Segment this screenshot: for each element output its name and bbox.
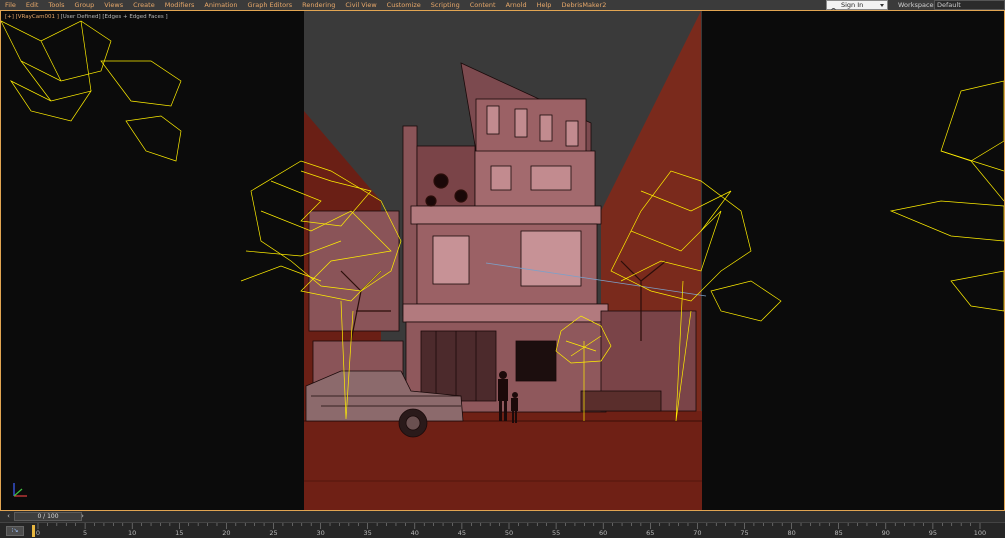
ruler-tick-label: 5 [83,529,88,537]
menu-item-create[interactable]: Create [128,0,160,10]
time-slider[interactable]: 0 / 100 [14,512,82,521]
ruler-tick-label: 85 [834,529,843,537]
ruler-tick-label: 10 [128,529,137,537]
menu-item-customize[interactable]: Customize [382,0,426,10]
ruler-tick-label: 25 [269,529,278,537]
menu-item-edit[interactable]: Edit [21,0,44,10]
ruler-tick-label: 80 [787,529,796,537]
chevron-left-icon[interactable]: ‹ [4,512,13,521]
ruler-tick-label: 0 [35,529,41,537]
ruler-tick-label: 50 [504,529,514,537]
shading-label[interactable]: [User Defined] [Edges + Edged Faces ] [59,14,168,20]
user-icon [830,1,837,16]
sign-in-label: Sign In [841,1,864,9]
menu-item-arnold[interactable]: Arnold [501,0,532,10]
viewport-label[interactable]: [+] [VRayCam001 ] [User Defined] [Edges … [5,14,168,21]
workspaces-label: Workspaces: [898,1,940,9]
menu-item-rendering[interactable]: Rendering [297,0,340,10]
ruler-tick-label: 20 [222,529,231,537]
axis-gizmo-icon [13,483,27,497]
chevron-right-icon[interactable]: › [78,512,87,521]
menu-item-views[interactable]: Views [99,0,128,10]
menu-item-file[interactable]: File [0,0,21,10]
menu-bar: File Edit Tools Group Views Create Modifiers An… [0,0,1005,16]
ruler-tick-label: 45 [457,529,467,537]
time-slider-bar: ‹ 0 / 100 › [0,511,1005,522]
ruler-tick-label: 70 [693,529,702,537]
ruler-tick-label: 30 [316,529,325,537]
ruler-tick-label: 40 [410,529,419,537]
camera-viewport[interactable]: [+] [VRayCam001 ] [User Defined] [Edges … [0,10,1005,511]
menu-item-civil-view[interactable]: Civil View [340,0,381,10]
menu-item-group[interactable]: Group [70,0,100,10]
ruler-tick-label: 55 [551,529,561,537]
ruler-tick-label: 100 [973,529,987,537]
camera-label[interactable]: [+] [VRayCam001 ] [5,14,59,20]
ruler-tick-label: 75 [740,529,749,537]
menu-item-scripting[interactable]: Scripting [426,0,465,10]
ruler-tick-label: 95 [928,529,938,537]
sign-in-button[interactable]: Sign In [826,0,888,16]
frame-ruler[interactable]: 0 5 10 15 20 25 30 35 40 45 50 55 60 65 70 75 80 85 90 95 10… [35,523,986,538]
current-frame-marker[interactable] [32,525,35,537]
menu-item-modifiers[interactable]: Modifiers [160,0,200,10]
ruler-tick-label: 15 [175,529,184,537]
ruler-tick-label: 65 [646,529,655,537]
menu-item-help[interactable]: Help [532,0,557,10]
frame-counter: 0 / 100 [37,513,59,520]
menu-item-graph-editors[interactable]: Graph Editors [243,0,298,10]
ruler-tick-label: 90 [881,529,890,537]
menu-items: File Edit Tools Group Views Create Modifiers An… [0,0,611,10]
ruler-tick-label: 35 [363,529,372,537]
track-bar[interactable]: ⁝↘ 0 5 10 15 20 25 30 35 40 45 50 55 60 65 70 75 80 85 90 9… [0,522,1005,538]
workspaces-dropdown[interactable]: Default [934,0,1005,10]
chevron-down-icon [880,4,884,7]
ruler-tick-label: 60 [599,529,608,537]
menu-item-content[interactable]: Content [465,0,501,10]
track-bar-toggle-button[interactable]: ⁝↘ [6,526,24,536]
viewport-scene [1,11,1004,510]
menu-item-animation[interactable]: Animation [199,0,242,10]
menu-item-tools[interactable]: Tools [43,0,69,10]
menu-item-debrismaker2[interactable]: DebrisMaker2 [556,0,611,10]
